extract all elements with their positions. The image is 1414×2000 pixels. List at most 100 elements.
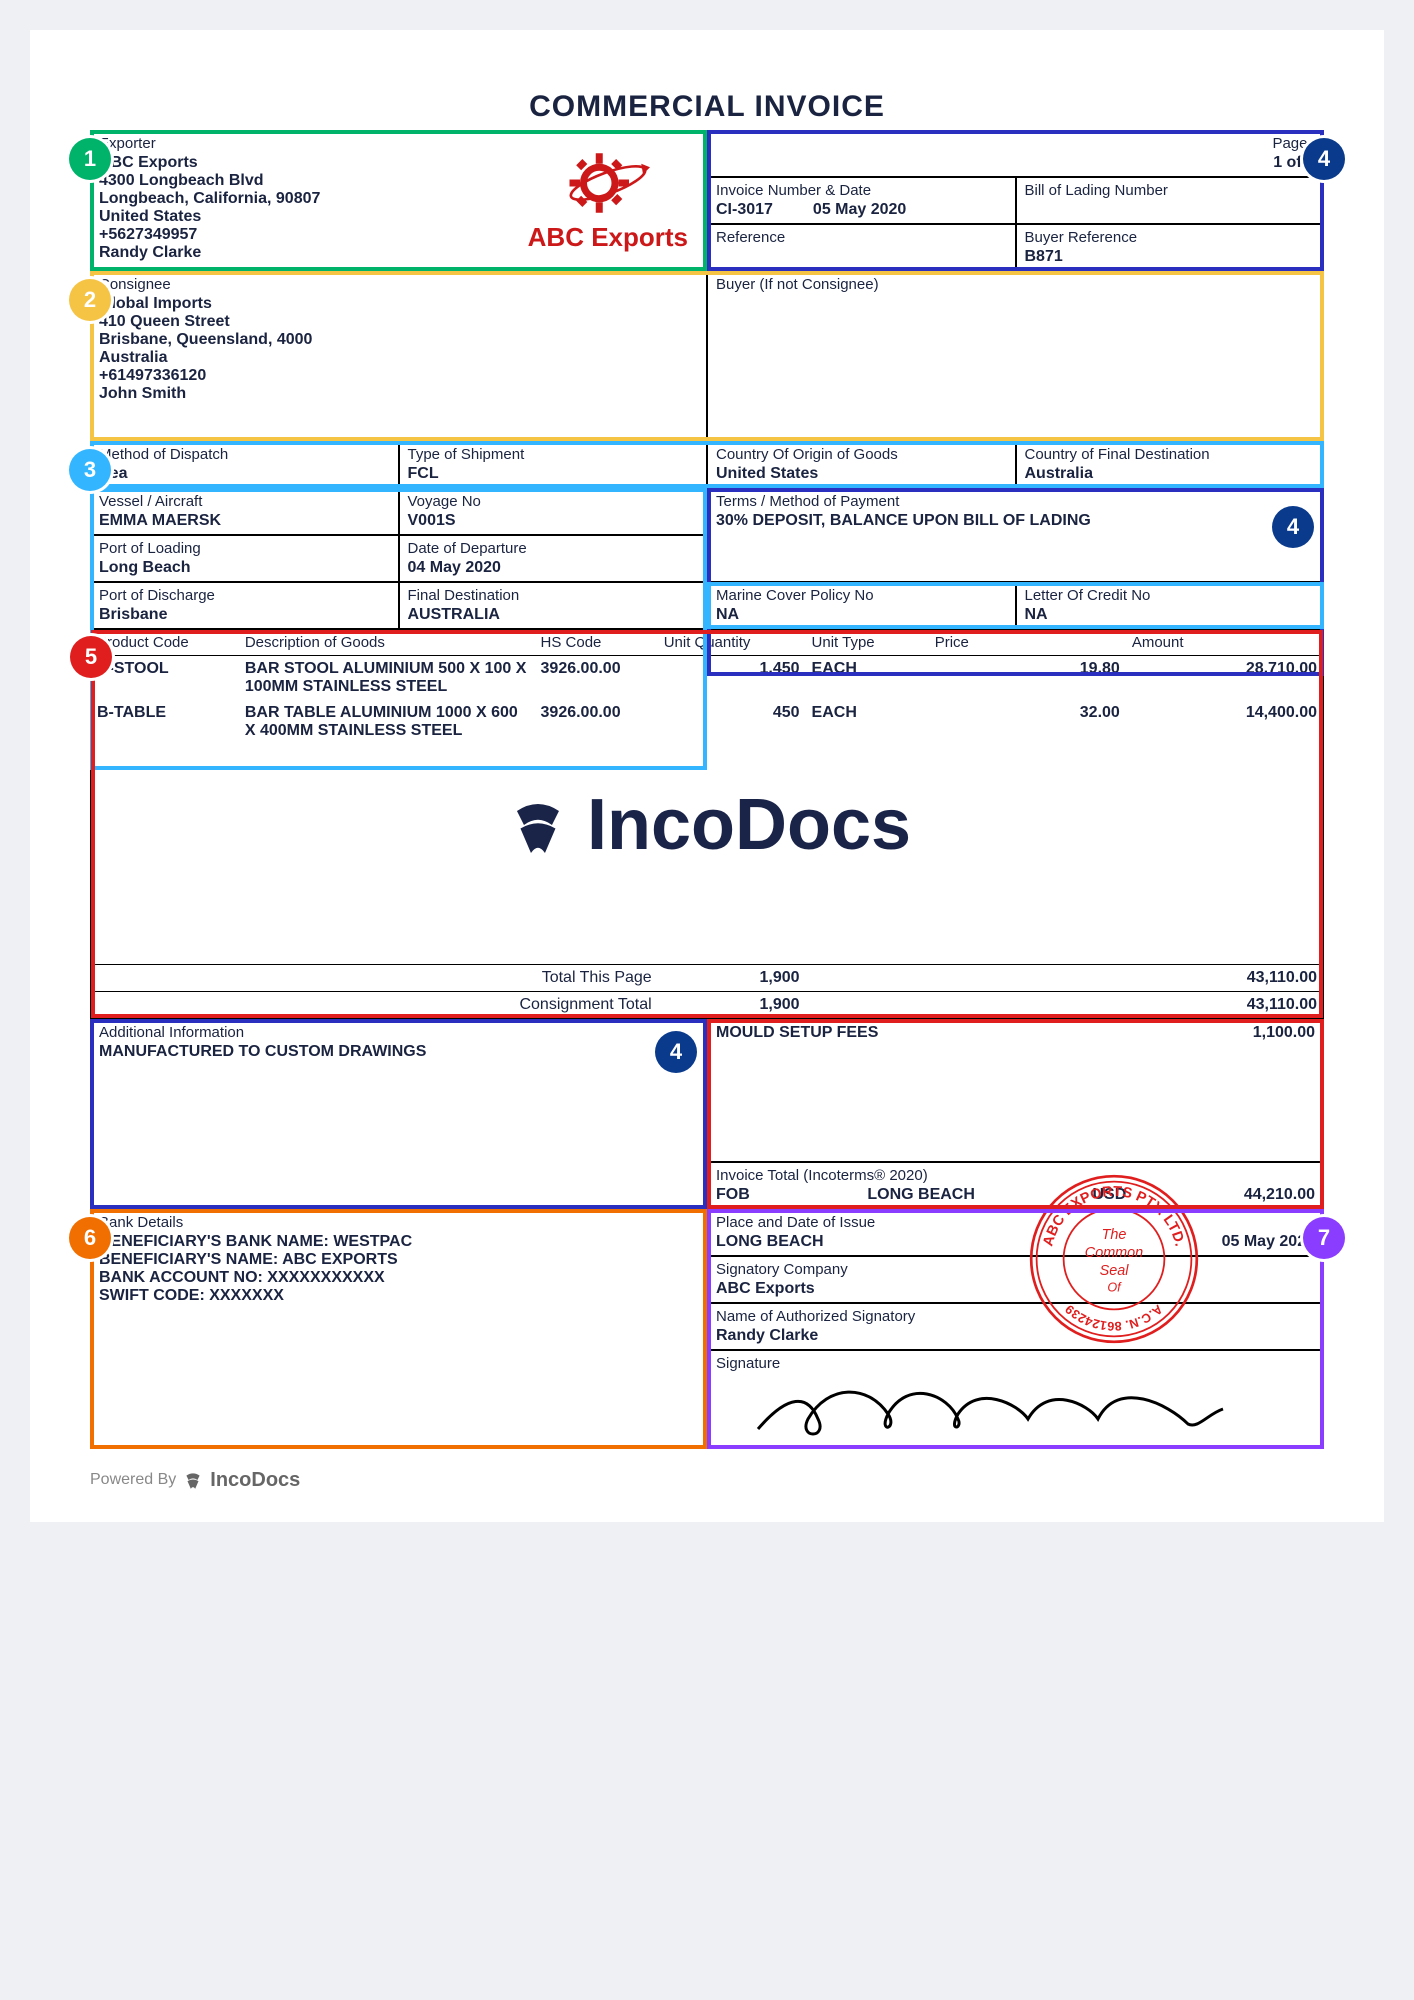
vessel-value: EMMA MAERSK: [99, 512, 390, 530]
badge-6: 6: [69, 1217, 111, 1259]
total-page-amount: 43,110.00: [1126, 964, 1323, 991]
consignee-name: Global Imports: [99, 295, 698, 313]
signature-image: [748, 1374, 1228, 1444]
final-dest-country-box: Country of Final Destination Australia: [1016, 441, 1325, 488]
dispatch-value: Sea: [99, 465, 390, 483]
sig-company-box: Signatory Company ABC Exports: [707, 1256, 1324, 1303]
gear-icon: [563, 148, 653, 218]
loc-box: Letter Of Credit No NA: [1016, 582, 1325, 629]
final-dest-country-label: Country of Final Destination: [1025, 446, 1316, 463]
terms-value: 30% DEPOSIT, BALANCE UPON BILL OF LADING: [716, 512, 1315, 530]
th-type: Unit Type: [806, 630, 929, 656]
badge-7: 7: [1303, 1217, 1345, 1259]
badge-4a: 4: [1303, 138, 1345, 180]
exporter-box: Exporter ABC Exports 4300 Longbeach Blvd…: [90, 130, 707, 271]
consignee-addr2: Brisbane, Queensland, 4000: [99, 331, 698, 349]
bank-box: Bank Details BENEFICIARY'S BANK NAME: WE…: [90, 1209, 707, 1449]
buyer-ref-value: B871: [1025, 248, 1316, 266]
table-header-row: Product Code Description of Goods HS Cod…: [91, 630, 1323, 656]
total-page-qty: 1,900: [658, 964, 806, 991]
port-discharge-value: Brisbane: [99, 606, 390, 624]
invoice-total-box: Invoice Total (Incoterms® 2020) FOB LONG…: [707, 1162, 1324, 1209]
voyage-box: Voyage No V001S: [399, 488, 708, 535]
powered-brand: IncoDocs: [210, 1469, 300, 1492]
terms-box: Terms / Method of Payment 30% DEPOSIT, B…: [707, 488, 1324, 582]
badge-4b: 4: [1272, 506, 1314, 548]
shipment-type-label: Type of Shipment: [408, 446, 699, 463]
th-desc: Description of Goods: [239, 630, 535, 656]
cell-price: 32.00: [929, 700, 1126, 744]
loc-label: Letter Of Credit No: [1025, 587, 1316, 604]
products-table: Product Code Description of Goods HS Cod…: [91, 630, 1323, 1018]
marine-box: Marine Cover Policy No NA: [707, 582, 1016, 629]
cell-desc: BAR STOOL ALUMINIUM 500 X 100 X 100MM ST…: [239, 656, 535, 701]
port-loading-value: Long Beach: [99, 559, 390, 577]
bank-line2: BENEFICIARY'S NAME: ABC EXPORTS: [99, 1251, 698, 1269]
buyer-label: Buyer (If not Consignee): [716, 276, 1315, 293]
dispatch-box: Method of Dispatch Sea: [90, 441, 399, 488]
signature-box: Signature: [707, 1350, 1324, 1449]
badge-3: 3: [69, 449, 111, 491]
reference-box: Reference: [707, 224, 1016, 271]
shipment-type-box: Type of Shipment FCL: [399, 441, 708, 488]
extras-label: MOULD SETUP FEES: [716, 1024, 878, 1042]
consignment-label: Consignment Total: [91, 991, 658, 1018]
consignee-box: Consignee Global Imports 410 Queen Stree…: [90, 271, 707, 441]
total-page-label: Total This Page: [91, 964, 658, 991]
issue-box: Place and Date of Issue LONG BEACH 05 Ma…: [707, 1209, 1324, 1256]
sig-name-label: Name of Authorized Signatory: [716, 1308, 1315, 1325]
bank-label: Bank Details: [99, 1214, 698, 1231]
shipment-type-value: FCL: [408, 465, 699, 483]
badge-5: 5: [70, 636, 112, 678]
incodocs-small-icon: [182, 1469, 204, 1491]
total-page-row: Total This Page 1,900 43,110.00: [91, 964, 1323, 991]
table-row: B-TABLE BAR TABLE ALUMINIUM 1000 X 600 X…: [91, 700, 1323, 744]
signature-label: Signature: [716, 1355, 1315, 1372]
origin-value: United States: [716, 465, 1007, 483]
pages-label: Pages: [716, 135, 1315, 152]
bank-line3: BANK ACCOUNT NO: XXXXXXXXXXX: [99, 1269, 698, 1287]
cell-type: EACH: [806, 656, 929, 701]
loc-value: NA: [1025, 606, 1316, 624]
origin-box: Country Of Origin of Goods United States: [707, 441, 1016, 488]
port-discharge-box: Port of Discharge Brisbane: [90, 582, 399, 629]
terms-label: Terms / Method of Payment: [716, 493, 1315, 510]
powered-by: Powered By IncoDocs: [90, 1469, 1324, 1492]
invoice-number: CI-3017: [716, 201, 773, 219]
buyer-ref-label: Buyer Reference: [1025, 229, 1316, 246]
sig-name-box: Name of Authorized Signatory Randy Clark…: [707, 1303, 1324, 1350]
bol-box: Bill of Lading Number: [1016, 177, 1325, 224]
pages-value: 1 of 1: [716, 154, 1315, 172]
badge-4c: 4: [655, 1031, 697, 1073]
sig-name-value: Randy Clarke: [716, 1327, 1315, 1345]
vessel-box: Vessel / Aircraft EMMA MAERSK: [90, 488, 399, 535]
departure-value: 04 May 2020: [408, 559, 699, 577]
voyage-value: V001S: [408, 512, 699, 530]
cell-hs: 3926.00.00: [535, 700, 658, 744]
voyage-label: Voyage No: [408, 493, 699, 510]
buyer-box: Buyer (If not Consignee): [707, 271, 1324, 441]
seal-line4: Of: [1107, 1280, 1122, 1294]
final-dest-label: Final Destination: [408, 587, 699, 604]
invoice-total-amount: 44,210.00: [1244, 1186, 1315, 1204]
consignment-row: Consignment Total 1,900 43,110.00: [91, 991, 1323, 1018]
cell-amount: 28,710.00: [1126, 656, 1323, 701]
exporter-logo: ABC Exports: [518, 135, 698, 266]
cell-qty: 1,450: [658, 656, 806, 701]
dispatch-label: Method of Dispatch: [99, 446, 390, 463]
port-discharge-label: Port of Discharge: [99, 587, 390, 604]
additional-label: Additional Information: [99, 1024, 698, 1041]
marine-label: Marine Cover Policy No: [716, 587, 1007, 604]
cell-amount: 14,400.00: [1126, 700, 1323, 744]
th-hs: HS Code: [535, 630, 658, 656]
extras-value: 1,100.00: [1253, 1024, 1315, 1042]
final-dest-value: AUSTRALIA: [408, 606, 699, 624]
consignee-contact: John Smith: [99, 385, 698, 403]
cell-price: 19.80: [929, 656, 1126, 701]
cell-type: EACH: [806, 700, 929, 744]
final-dest-country-value: Australia: [1025, 465, 1316, 483]
issue-date: 05 May 2020: [1222, 1233, 1315, 1251]
exporter-logo-text: ABC Exports: [528, 222, 688, 253]
exporter-addr1: 4300 Longbeach Blvd: [99, 172, 518, 190]
port-loading-label: Port of Loading: [99, 540, 390, 557]
